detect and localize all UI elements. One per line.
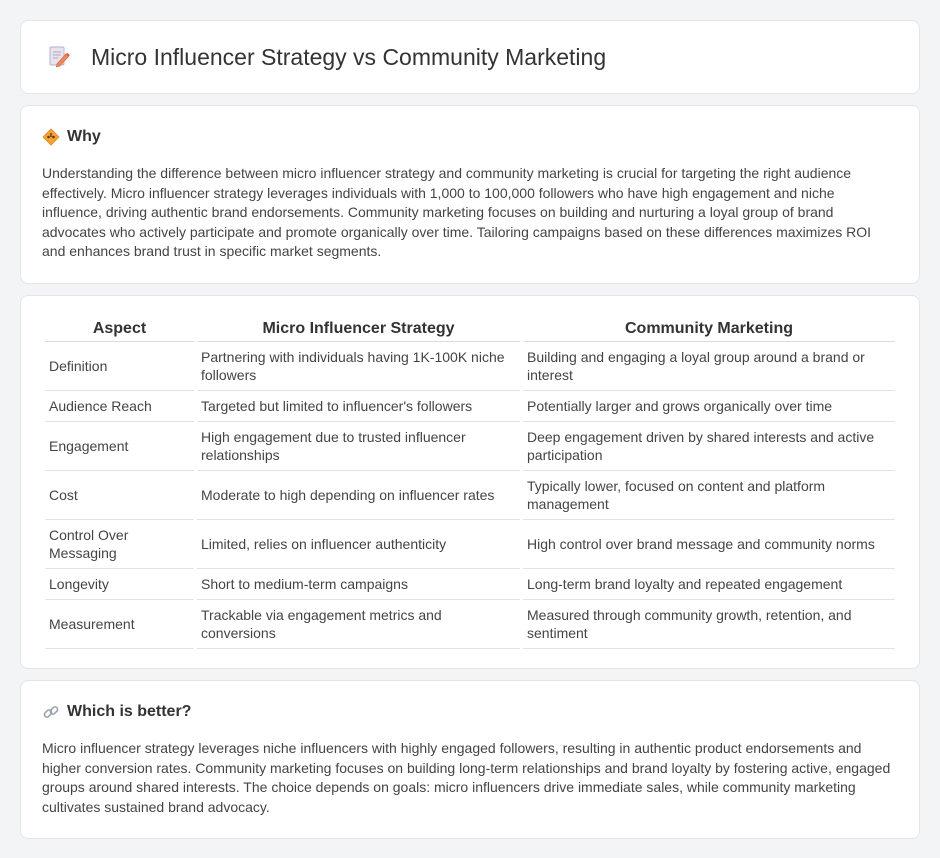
diamond-warning-icon — [42, 128, 60, 146]
table-row: Definition Partnering with individuals h… — [45, 342, 895, 391]
community-cell: Long-term brand loyalty and repeated eng… — [523, 569, 895, 600]
header-aspect: Aspect — [45, 318, 194, 342]
aspect-cell: Cost — [45, 471, 194, 520]
header-micro-influencer: Micro Influencer Strategy — [197, 318, 520, 342]
community-cell: Measured through community growth, reten… — [523, 600, 895, 649]
table-row: Measurement Trackable via engagement met… — [45, 600, 895, 649]
link-icon — [42, 703, 60, 721]
why-heading: Why — [67, 128, 101, 145]
page-title: Micro Influencer Strategy vs Community M… — [91, 43, 607, 70]
why-heading-row: Why — [42, 128, 898, 146]
aspect-cell: Definition — [45, 342, 194, 391]
micro-cell: High engagement due to trusted influence… — [197, 422, 520, 471]
which-better-section: Which is better? Micro influencer strate… — [20, 680, 920, 839]
community-cell: Potentially larger and grows organically… — [523, 391, 895, 422]
why-text: Understanding the difference between mic… — [42, 165, 872, 260]
community-cell: Building and engaging a loyal group arou… — [523, 342, 895, 391]
comparison-table: Aspect Micro Influencer Strategy Communi… — [42, 318, 898, 649]
table-row: Cost Moderate to high depending on influ… — [45, 471, 895, 520]
title-card: Micro Influencer Strategy vs Community M… — [20, 20, 920, 94]
micro-cell: Trackable via engagement metrics and con… — [197, 600, 520, 649]
community-cell: High control over brand message and comm… — [523, 520, 895, 569]
comparison-section: Aspect Micro Influencer Strategy Communi… — [20, 295, 920, 669]
better-heading-row: Which is better? — [42, 703, 898, 721]
why-section: Why Understanding the difference between… — [20, 105, 920, 284]
table-row: Audience Reach Targeted but limited to i… — [45, 391, 895, 422]
aspect-cell: Audience Reach — [45, 391, 194, 422]
micro-cell: Short to medium-term campaigns — [197, 569, 520, 600]
aspect-cell: Engagement — [45, 422, 194, 471]
micro-cell: Moderate to high depending on influencer… — [197, 471, 520, 520]
community-cell: Typically lower, focused on content and … — [523, 471, 895, 520]
header-community-marketing: Community Marketing — [523, 318, 895, 342]
table-row: Control Over Messaging Limited, relies o… — [45, 520, 895, 569]
table-header-row: Aspect Micro Influencer Strategy Communi… — [45, 318, 895, 342]
aspect-cell: Measurement — [45, 600, 194, 649]
better-text: Micro influencer strategy leverages nich… — [42, 740, 891, 815]
table-row: Engagement High engagement due to truste… — [45, 422, 895, 471]
better-heading: Which is better? — [67, 703, 192, 720]
aspect-cell: Control Over Messaging — [45, 520, 194, 569]
table-row: Longevity Short to medium-term campaigns… — [45, 569, 895, 600]
micro-cell: Limited, relies on influencer authentici… — [197, 520, 520, 569]
community-cell: Deep engagement driven by shared interes… — [523, 422, 895, 471]
micro-cell: Targeted but limited to influencer's fol… — [197, 391, 520, 422]
micro-cell: Partnering with individuals having 1K-10… — [197, 342, 520, 391]
document-edit-icon — [47, 45, 71, 69]
aspect-cell: Longevity — [45, 569, 194, 600]
